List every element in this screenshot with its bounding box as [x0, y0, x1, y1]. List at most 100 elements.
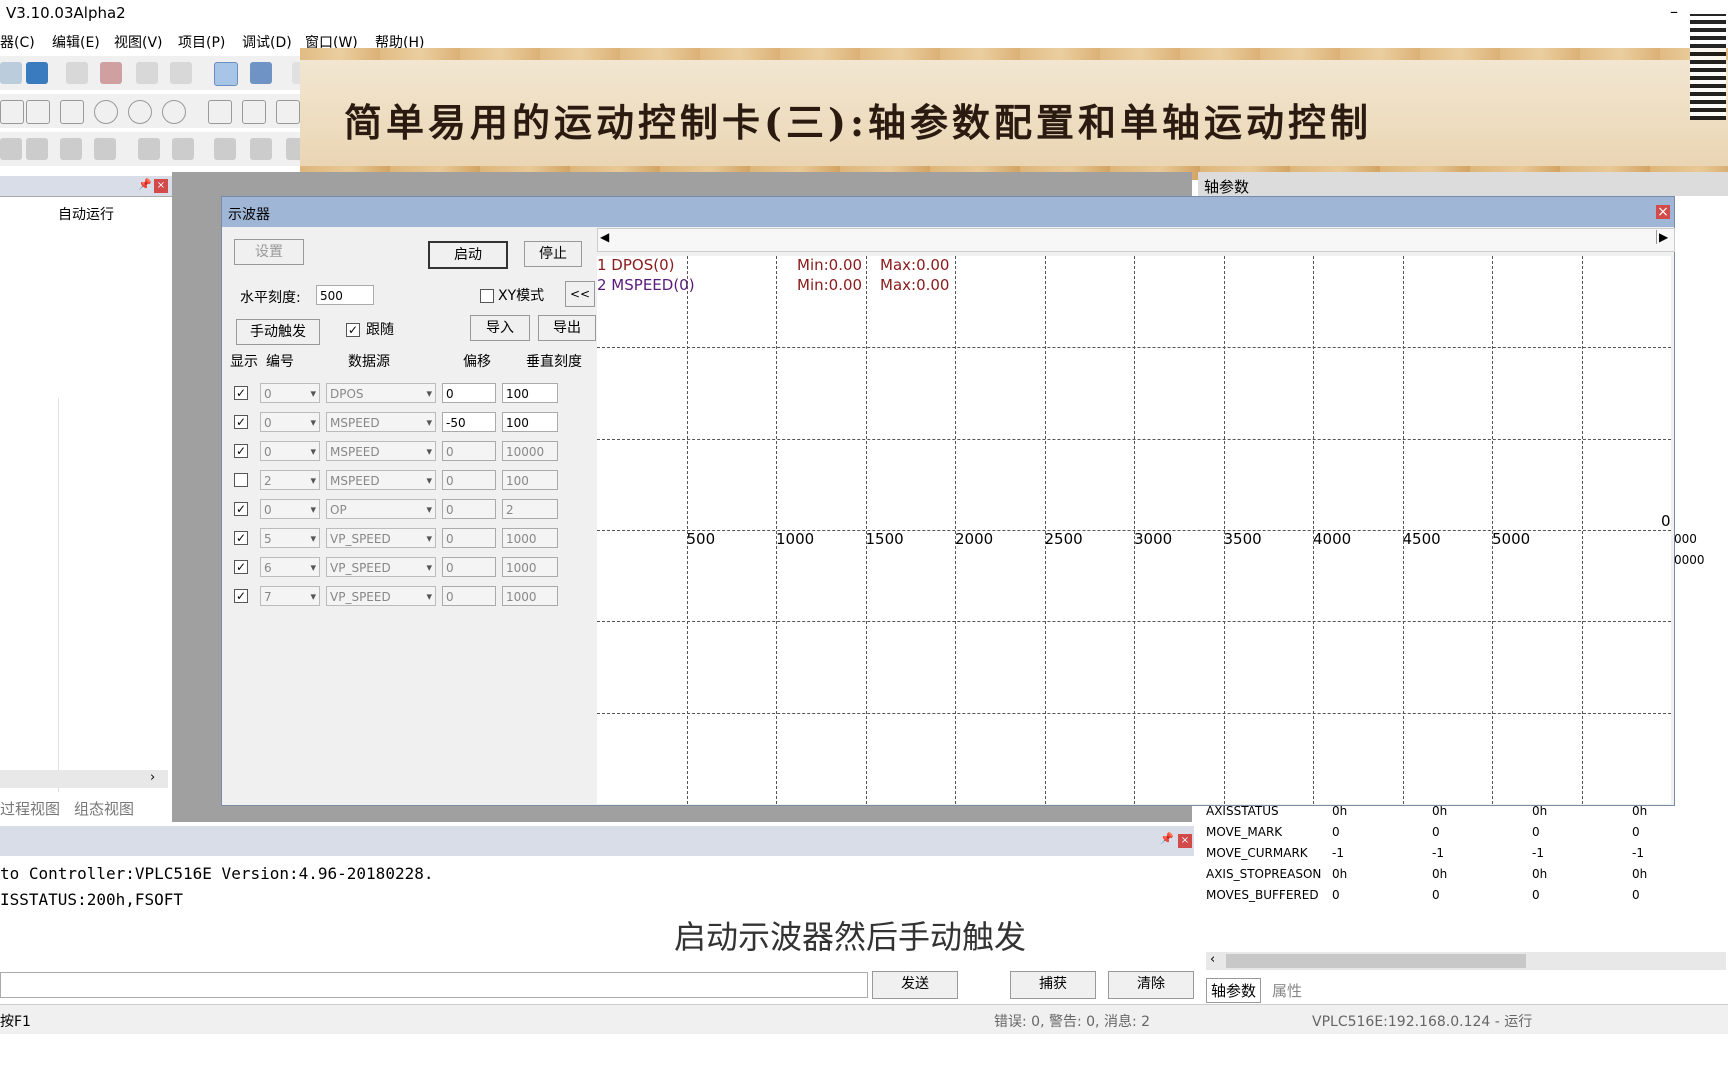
channel-show-checkbox[interactable]: ✓: [234, 589, 248, 603]
pin-icon[interactable]: [94, 138, 116, 160]
line-icon[interactable]: [208, 100, 232, 124]
plot-scrollbar[interactable]: ◀ ▶: [597, 228, 1675, 252]
close-icon[interactable]: ×: [154, 179, 168, 193]
text-icon[interactable]: [276, 100, 300, 124]
table-icon[interactable]: [242, 100, 266, 124]
channel-vscale-input[interactable]: 100: [502, 470, 558, 490]
channel-offset-input[interactable]: 0: [442, 383, 496, 403]
chevron-left-icon[interactable]: ‹: [1210, 952, 1215, 967]
manual-trigger-button[interactable]: 手动触发: [236, 319, 320, 345]
tab-axis-params[interactable]: 轴参数: [1206, 978, 1262, 1003]
collapse-button[interactable]: <<: [565, 281, 595, 307]
param-value[interactable]: 0h: [1332, 867, 1347, 881]
channel-vscale-input[interactable]: 100: [502, 412, 558, 432]
command-input[interactable]: [0, 972, 868, 998]
download-icon[interactable]: [136, 62, 158, 84]
channel-offset-input[interactable]: 0: [442, 470, 496, 490]
channel-number-select[interactable]: 2: [260, 470, 320, 491]
param-value[interactable]: 0: [1532, 888, 1540, 902]
channel-offset-input[interactable]: -50: [442, 412, 496, 432]
tab-config-view[interactable]: 组态视图: [74, 798, 134, 819]
channel-source-select[interactable]: OP: [326, 499, 436, 520]
stop-button[interactable]: 停止: [524, 241, 582, 267]
channel-number-select[interactable]: 5: [260, 528, 320, 549]
scroll-right-icon[interactable]: ▶: [1656, 230, 1668, 244]
param-value[interactable]: 0: [1332, 888, 1340, 902]
menu-debug[interactable]: 调试(D): [242, 32, 292, 52]
pin-icon[interactable]: 📌: [138, 178, 152, 191]
tab-process-view[interactable]: 过程视图: [0, 798, 60, 819]
menu-project[interactable]: 项目(P): [178, 32, 225, 52]
channel-show-checkbox[interactable]: ✓: [234, 444, 248, 458]
channel-offset-input[interactable]: 0: [442, 528, 496, 548]
channel-number-select[interactable]: 6: [260, 557, 320, 578]
channel-number-select[interactable]: 0: [260, 412, 320, 433]
param-value[interactable]: 0: [1632, 888, 1640, 902]
export-button[interactable]: 导出: [538, 315, 596, 341]
follow-checkbox[interactable]: ✓: [346, 323, 360, 337]
rect-icon[interactable]: [0, 100, 24, 124]
param-value[interactable]: 0: [1432, 825, 1440, 839]
send-button[interactable]: 发送: [872, 971, 958, 999]
channel-show-checkbox[interactable]: [234, 473, 248, 487]
network-icon[interactable]: [66, 62, 88, 84]
channel-vscale-input[interactable]: 1000: [502, 586, 558, 606]
param-value[interactable]: 0h: [1532, 867, 1547, 881]
move-icon[interactable]: [60, 138, 82, 160]
axis-params-icon[interactable]: [250, 62, 272, 84]
channel-source-select[interactable]: DPOS: [326, 383, 436, 404]
channel-vscale-input[interactable]: 1000: [502, 528, 558, 548]
channel-source-select[interactable]: MSPEED: [326, 412, 436, 433]
channel-show-checkbox[interactable]: ✓: [234, 560, 248, 574]
right-h-scrollbar[interactable]: ‹: [1206, 952, 1726, 970]
channel-number-select[interactable]: 0: [260, 499, 320, 520]
param-value[interactable]: -1: [1632, 846, 1644, 860]
close-icon[interactable]: ×: [1178, 834, 1192, 848]
channel-show-checkbox[interactable]: ✓: [234, 502, 248, 516]
channel-number-select[interactable]: 0: [260, 383, 320, 404]
channel-vscale-input[interactable]: 2: [502, 499, 558, 519]
param-value[interactable]: 0h: [1432, 804, 1447, 818]
param-value[interactable]: -1: [1532, 846, 1544, 860]
minimize-icon[interactable]: –: [1670, 2, 1678, 21]
channel-source-select[interactable]: VP_SPEED: [326, 586, 436, 607]
front-icon[interactable]: [138, 138, 160, 160]
start-button[interactable]: 启动: [428, 241, 508, 269]
curve-icon[interactable]: [60, 100, 84, 124]
open-icon[interactable]: [0, 62, 22, 84]
align-bottom-icon[interactable]: [26, 138, 48, 160]
oscilloscope-plot[interactable]: 1 DPOS(0) Min:0.00 Max:0.00 2 MSPEED(0) …: [597, 256, 1671, 804]
arc-icon[interactable]: [128, 100, 152, 124]
menu-view[interactable]: 视图(V): [114, 32, 163, 52]
capture-button[interactable]: 捕获: [1010, 971, 1096, 999]
back-icon[interactable]: [172, 138, 194, 160]
save-icon[interactable]: [26, 62, 48, 84]
scroll-thumb[interactable]: [1226, 954, 1526, 968]
circle-icon[interactable]: [94, 100, 118, 124]
channel-vscale-input[interactable]: 1000: [502, 557, 558, 577]
menu-edit[interactable]: 编辑(E): [52, 32, 100, 52]
channel-vscale-input[interactable]: 10000: [502, 441, 558, 461]
group-icon[interactable]: [214, 138, 236, 160]
param-value[interactable]: -1: [1332, 846, 1344, 860]
param-value[interactable]: 0h: [1532, 804, 1547, 818]
param-value[interactable]: 0: [1432, 888, 1440, 902]
menu-controller[interactable]: 器(C): [0, 32, 35, 52]
connect-icon[interactable]: [100, 62, 122, 84]
channel-show-checkbox[interactable]: ✓: [234, 386, 248, 400]
channel-offset-input[interactable]: 0: [442, 499, 496, 519]
chevron-right-icon[interactable]: ›: [150, 770, 155, 785]
settings-button[interactable]: 设置: [234, 239, 304, 265]
channel-show-checkbox[interactable]: ✓: [234, 415, 248, 429]
param-value[interactable]: 0: [1632, 825, 1640, 839]
align-icon[interactable]: [0, 138, 22, 160]
param-value[interactable]: -1: [1432, 846, 1444, 860]
hexagon-icon[interactable]: [26, 100, 50, 124]
param-value[interactable]: 0h: [1332, 804, 1347, 818]
ungroup-icon[interactable]: [250, 138, 272, 160]
channel-show-checkbox[interactable]: ✓: [234, 531, 248, 545]
tab-properties[interactable]: 属性: [1272, 980, 1302, 1001]
channel-source-select[interactable]: VP_SPEED: [326, 528, 436, 549]
channel-source-select[interactable]: VP_SPEED: [326, 557, 436, 578]
param-value[interactable]: 0: [1532, 825, 1540, 839]
